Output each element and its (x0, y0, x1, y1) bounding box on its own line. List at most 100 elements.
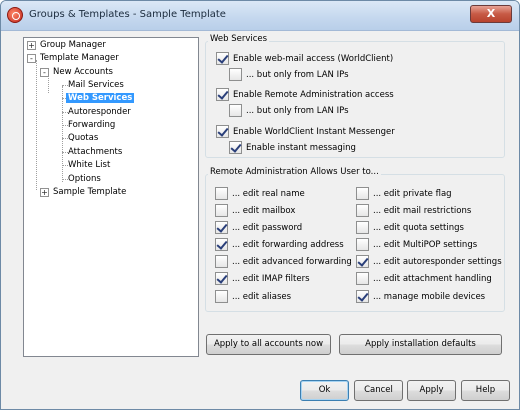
checkbox-label: ... edit private flag (373, 188, 452, 199)
tree-item-label: White List (68, 160, 111, 170)
tree-item-quotas[interactable]: Quotas (66, 132, 100, 145)
window-title: Groups & Templates - Sample Template (29, 9, 226, 20)
edit-mailbox-checkbox[interactable]: ... edit mailbox (215, 204, 295, 217)
apply-button[interactable]: Apply (407, 380, 456, 401)
checkbox-label: ... edit password (232, 222, 303, 233)
checkbox-label: ... but only from LAN IPs (246, 69, 349, 80)
tree-item-forwarding[interactable]: Forwarding (66, 119, 117, 132)
expand-icon[interactable]: + (27, 41, 36, 50)
checkbox-box[interactable] (356, 290, 369, 303)
tree-item-template-manager[interactable]: Template Manager (38, 52, 121, 65)
tree-item-label: Autoresponder (68, 107, 131, 117)
edit-private-flag-checkbox[interactable]: ... edit private flag (356, 187, 452, 200)
edit-multipop-settings-checkbox[interactable]: ... edit MultiPOP settings (356, 238, 477, 251)
checkbox-box[interactable] (216, 52, 229, 65)
checkbox-box[interactable] (216, 88, 229, 101)
checkbox-box[interactable] (229, 68, 242, 81)
checkbox-label: ... edit real name (232, 188, 305, 199)
checkbox-label: ... edit mailbox (232, 205, 296, 216)
edit-real-name-checkbox[interactable]: ... edit real name (215, 187, 305, 200)
tree-item-label: Mail Services (68, 80, 124, 90)
tree-line (62, 86, 63, 182)
webmail-access-checkbox[interactable]: Enable web-mail access (WorldClient) (216, 52, 393, 65)
tree-item-new-accounts[interactable]: New Accounts (51, 66, 115, 79)
expand-icon[interactable]: + (40, 188, 49, 197)
edit-advanced-forwarding-checkbox[interactable]: ... edit advanced forwarding (215, 255, 352, 268)
tree-item-group-manager[interactable]: Group Manager (38, 39, 108, 52)
edit-imap-filters-checkbox[interactable]: ... edit IMAP filters (215, 272, 310, 285)
checkbox-label: ... but only from LAN IPs (246, 105, 349, 116)
checkbox-box[interactable] (215, 204, 228, 217)
checkbox-label: ... edit advanced forwarding (232, 256, 352, 267)
checkbox-label: ... edit mail restrictions (373, 205, 472, 216)
edit-password-checkbox[interactable]: ... edit password (215, 221, 302, 234)
checkbox-box[interactable] (215, 290, 228, 303)
apply-to-all-accounts-button[interactable]: Apply to all accounts now (206, 334, 331, 355)
checkbox-box[interactable] (229, 141, 242, 154)
tree-item-label: New Accounts (53, 67, 113, 77)
checkbox-label: Enable web-mail access (WorldClient) (233, 53, 394, 64)
checkbox-box[interactable] (356, 204, 369, 217)
apply-installation-defaults-button[interactable]: Apply installation defaults (339, 334, 502, 355)
ok-button[interactable]: Ok (300, 380, 349, 401)
webmail-lan-only-checkbox[interactable]: ... but only from LAN IPs (229, 68, 349, 81)
close-button[interactable]: X (470, 5, 512, 23)
checkbox-label: ... edit forwarding address (232, 239, 344, 250)
navigation-tree[interactable]: + Group Manager - Template Manager - New… (23, 37, 199, 357)
checkbox-label: ... manage mobile devices (373, 291, 486, 302)
checkbox-label: Enable WorldClient Instant Messenger (233, 126, 395, 137)
tree-item-label: Group Manager (40, 40, 106, 50)
checkbox-box[interactable] (356, 238, 369, 251)
checkbox-label: ... edit attachment handling (373, 273, 492, 284)
edit-forwarding-address-checkbox[interactable]: ... edit forwarding address (215, 238, 344, 251)
tree-item-options[interactable]: Options (66, 173, 103, 186)
checkbox-box[interactable] (229, 104, 242, 117)
tree-item-white-list[interactable]: White List (66, 159, 112, 172)
instant-messenger-checkbox[interactable]: Enable WorldClient Instant Messenger (216, 125, 395, 138)
checkbox-box[interactable] (215, 272, 228, 285)
checkbox-box[interactable] (216, 125, 229, 138)
checkbox-box[interactable] (356, 187, 369, 200)
checkbox-box[interactable] (356, 255, 369, 268)
collapse-icon[interactable]: - (27, 54, 36, 63)
edit-aliases-checkbox[interactable]: ... edit aliases (215, 290, 291, 303)
tree-item-label: Options (68, 174, 101, 184)
tree-item-mail-services[interactable]: Mail Services (66, 79, 126, 92)
checkbox-box[interactable] (215, 221, 228, 234)
cancel-button[interactable]: Cancel (354, 380, 403, 401)
edit-quota-settings-checkbox[interactable]: ... edit quota settings (356, 221, 464, 234)
title-bar[interactable]: Groups & Templates - Sample Template X (1, 1, 519, 31)
remote-admin-group-label: Remote Administration Allows User to... (208, 167, 381, 177)
help-button[interactable]: Help (461, 380, 510, 401)
checkbox-label: Enable instant messaging (246, 142, 356, 153)
tree-item-label: Web Services (66, 93, 135, 103)
instant-messaging-checkbox[interactable]: Enable instant messaging (229, 141, 356, 154)
collapse-icon[interactable]: - (40, 68, 49, 77)
tree-item-sample-template[interactable]: Sample Template (51, 186, 128, 199)
remote-admin-lan-only-checkbox[interactable]: ... but only from LAN IPs (229, 104, 349, 117)
checkbox-label: ... edit aliases (232, 291, 292, 302)
checkbox-label: Enable Remote Administration access (233, 89, 394, 100)
checkbox-box[interactable] (356, 221, 369, 234)
checkbox-box[interactable] (215, 238, 228, 251)
edit-attachment-handling-checkbox[interactable]: ... edit attachment handling (356, 272, 492, 285)
edit-mail-restrictions-checkbox[interactable]: ... edit mail restrictions (356, 204, 471, 217)
checkbox-box[interactable] (215, 255, 228, 268)
tree-item-attachments[interactable]: Attachments (66, 146, 124, 159)
dialog-window: Groups & Templates - Sample Template X +… (0, 0, 520, 410)
remote-admin-access-checkbox[interactable]: Enable Remote Administration access (216, 88, 394, 101)
tree-item-label: Template Manager (40, 53, 119, 63)
checkbox-box[interactable] (215, 187, 228, 200)
tree-item-autoresponder[interactable]: Autoresponder (66, 106, 133, 119)
checkbox-box[interactable] (356, 272, 369, 285)
edit-autoresponder-settings-checkbox[interactable]: ... edit autoresponder settings (356, 255, 502, 268)
tree-item-label: Quotas (68, 133, 99, 143)
checkbox-label: ... edit IMAP filters (232, 273, 310, 284)
web-services-group-label: Web Services (208, 34, 270, 44)
checkbox-label: ... edit autoresponder settings (373, 256, 502, 267)
checkbox-label: ... edit MultiPOP settings (373, 239, 478, 250)
checkbox-label: ... edit quota settings (373, 222, 464, 233)
tree-item-web-services[interactable]: Web Services (66, 92, 135, 105)
manage-mobile-devices-checkbox[interactable]: ... manage mobile devices (356, 290, 485, 303)
tree-item-label: Sample Template (53, 187, 127, 197)
